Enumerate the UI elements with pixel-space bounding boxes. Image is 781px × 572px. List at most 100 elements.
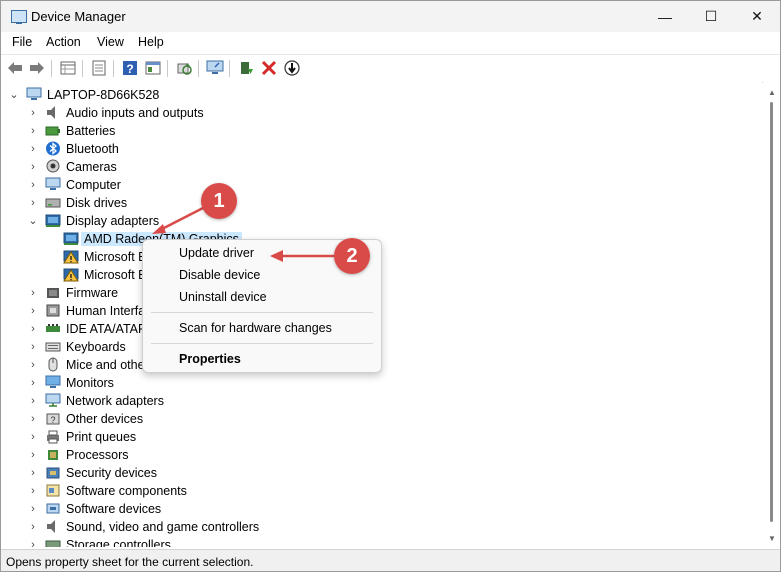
processor-icon	[45, 447, 61, 462]
tree-category-item[interactable]: › Security devices	[1, 464, 741, 482]
storage-icon	[45, 537, 61, 547]
chevron-right-icon[interactable]: ›	[28, 107, 38, 119]
tree-root[interactable]: ⌄ LAPTOP-8D66K528	[1, 86, 741, 104]
bluetooth-icon	[45, 141, 61, 156]
tree-item-label: Display adapters	[66, 214, 160, 228]
tree-category-item[interactable]: › Disk drives	[1, 194, 741, 212]
chevron-right-icon[interactable]: ›	[28, 449, 38, 461]
tree-category-item[interactable]: › Sound, video and game controllers	[1, 518, 741, 536]
tree-category-item[interactable]: › Batteries	[1, 122, 741, 140]
device-manager-window: Device Manager — ☐ ✕ File Action View He…	[0, 0, 781, 572]
chevron-right-icon[interactable]: ›	[28, 125, 38, 137]
scrollbar-thumb[interactable]	[770, 102, 773, 522]
tree-category-item[interactable]: ›? Other devices	[1, 410, 741, 428]
chevron-right-icon[interactable]: ›	[28, 341, 38, 353]
ctx-properties[interactable]: Properties	[179, 352, 241, 366]
device-manager-app-icon	[11, 10, 27, 24]
toolbar-separator	[167, 60, 168, 77]
document-icon[interactable]	[90, 59, 108, 77]
tree-category-item[interactable]: › Bluetooth	[1, 140, 741, 158]
svg-text:?: ?	[126, 62, 133, 76]
chevron-right-icon[interactable]: ›	[28, 521, 38, 533]
tree-category-item[interactable]: › Cameras	[1, 158, 741, 176]
ctx-disable-device[interactable]: Disable device	[179, 268, 260, 282]
tree-category-item[interactable]: › Audio inputs and outputs	[1, 104, 741, 122]
chevron-right-icon[interactable]: ›	[28, 305, 38, 317]
chevron-right-icon[interactable]: ›	[28, 161, 38, 173]
security-icon	[45, 465, 61, 480]
tree-category-item[interactable]: › Software components	[1, 482, 741, 500]
ctx-scan-hardware[interactable]: Scan for hardware changes	[179, 321, 332, 335]
uninstall-x-icon[interactable]	[260, 59, 278, 77]
software-component-icon	[45, 483, 61, 498]
menu-action[interactable]: Action	[46, 35, 81, 49]
tree-category-item[interactable]: › Software devices	[1, 500, 741, 518]
toolbar: ?	[1, 54, 780, 83]
tree-item-label: Cameras	[66, 160, 117, 174]
scroll-up-icon[interactable]: ▲	[768, 88, 776, 97]
scan-hardware-icon[interactable]	[175, 59, 193, 77]
chevron-right-icon[interactable]: ›	[28, 467, 38, 479]
tree-item-label: Disk drives	[66, 196, 128, 210]
status-bar: Opens property sheet for the current sel…	[1, 549, 780, 571]
tree-category-item[interactable]: ⌄ Display adapters	[1, 212, 741, 230]
menu-help[interactable]: Help	[138, 35, 164, 49]
ide-icon	[45, 321, 61, 336]
chevron-right-icon[interactable]: ›	[28, 359, 38, 371]
menu-file[interactable]: File	[12, 35, 32, 49]
close-button[interactable]: ✕	[734, 1, 780, 32]
title-bar: Device Manager — ☐ ✕	[1, 1, 780, 32]
chevron-down-icon[interactable]: ⌄	[28, 215, 38, 227]
console-icon[interactable]	[144, 59, 162, 77]
toolbar-separator	[198, 60, 199, 77]
properties-grid-icon[interactable]	[59, 59, 77, 77]
chevron-right-icon[interactable]: ›	[28, 503, 38, 515]
minimize-button[interactable]: —	[642, 1, 688, 32]
ctx-update-driver[interactable]: Update driver	[179, 246, 254, 260]
software-device-icon	[45, 501, 61, 516]
chevron-right-icon[interactable]: ›	[28, 287, 38, 299]
download-circle-icon[interactable]	[283, 59, 301, 77]
warning-icon	[63, 249, 79, 264]
warning-icon	[63, 267, 79, 282]
chevron-right-icon[interactable]: ›	[28, 395, 38, 407]
chevron-right-icon[interactable]: ›	[28, 485, 38, 497]
computer-icon	[45, 177, 61, 192]
tree-category-item[interactable]: › Network adapters	[1, 392, 741, 410]
firmware-icon	[45, 285, 61, 300]
vertical-scrollbar[interactable]: ▲ ▼	[763, 82, 780, 547]
chevron-right-icon[interactable]: ›	[28, 377, 38, 389]
tree-category-item[interactable]: › Print queues	[1, 428, 741, 446]
scroll-down-icon[interactable]: ▼	[768, 534, 776, 543]
add-driver-icon[interactable]	[237, 59, 255, 77]
tree-item-label: Firmware	[66, 286, 119, 300]
chevron-right-icon[interactable]: ›	[28, 539, 38, 547]
toolbar-separator	[51, 60, 52, 77]
tree-item-label: Storage controllers	[66, 538, 171, 547]
chevron-right-icon[interactable]: ›	[28, 413, 38, 425]
tree-category-item[interactable]: › Computer	[1, 176, 741, 194]
chevron-down-icon[interactable]: ⌄	[9, 89, 19, 101]
maximize-button[interactable]: ☐	[688, 1, 734, 32]
tree-category-item[interactable]: › Monitors	[1, 374, 741, 392]
tree-item-label: Computer	[66, 178, 121, 192]
tree-item-label: Other devices	[66, 412, 144, 426]
chevron-right-icon[interactable]: ›	[28, 179, 38, 191]
menu-view[interactable]: View	[97, 35, 124, 49]
keyboard-icon	[45, 339, 61, 354]
toolbar-separator	[113, 60, 114, 77]
chevron-right-icon[interactable]: ›	[28, 143, 38, 155]
tree-category-item[interactable]: › Processors	[1, 446, 741, 464]
tree-item-label: Bluetooth	[66, 142, 119, 156]
tree-item-label: Audio inputs and outputs	[66, 106, 204, 120]
help-icon[interactable]: ?	[121, 59, 139, 77]
chevron-right-icon[interactable]: ›	[28, 197, 38, 209]
chevron-right-icon[interactable]: ›	[28, 431, 38, 443]
back-arrow-icon[interactable]	[6, 59, 24, 77]
tree-category-item[interactable]: › Storage controllers	[1, 536, 741, 547]
monitor-icon[interactable]	[206, 59, 224, 77]
chevron-right-icon[interactable]: ›	[28, 323, 38, 335]
ctx-uninstall-device[interactable]: Uninstall device	[179, 290, 267, 304]
forward-arrow-icon[interactable]	[28, 59, 46, 77]
sound-icon	[45, 519, 61, 534]
